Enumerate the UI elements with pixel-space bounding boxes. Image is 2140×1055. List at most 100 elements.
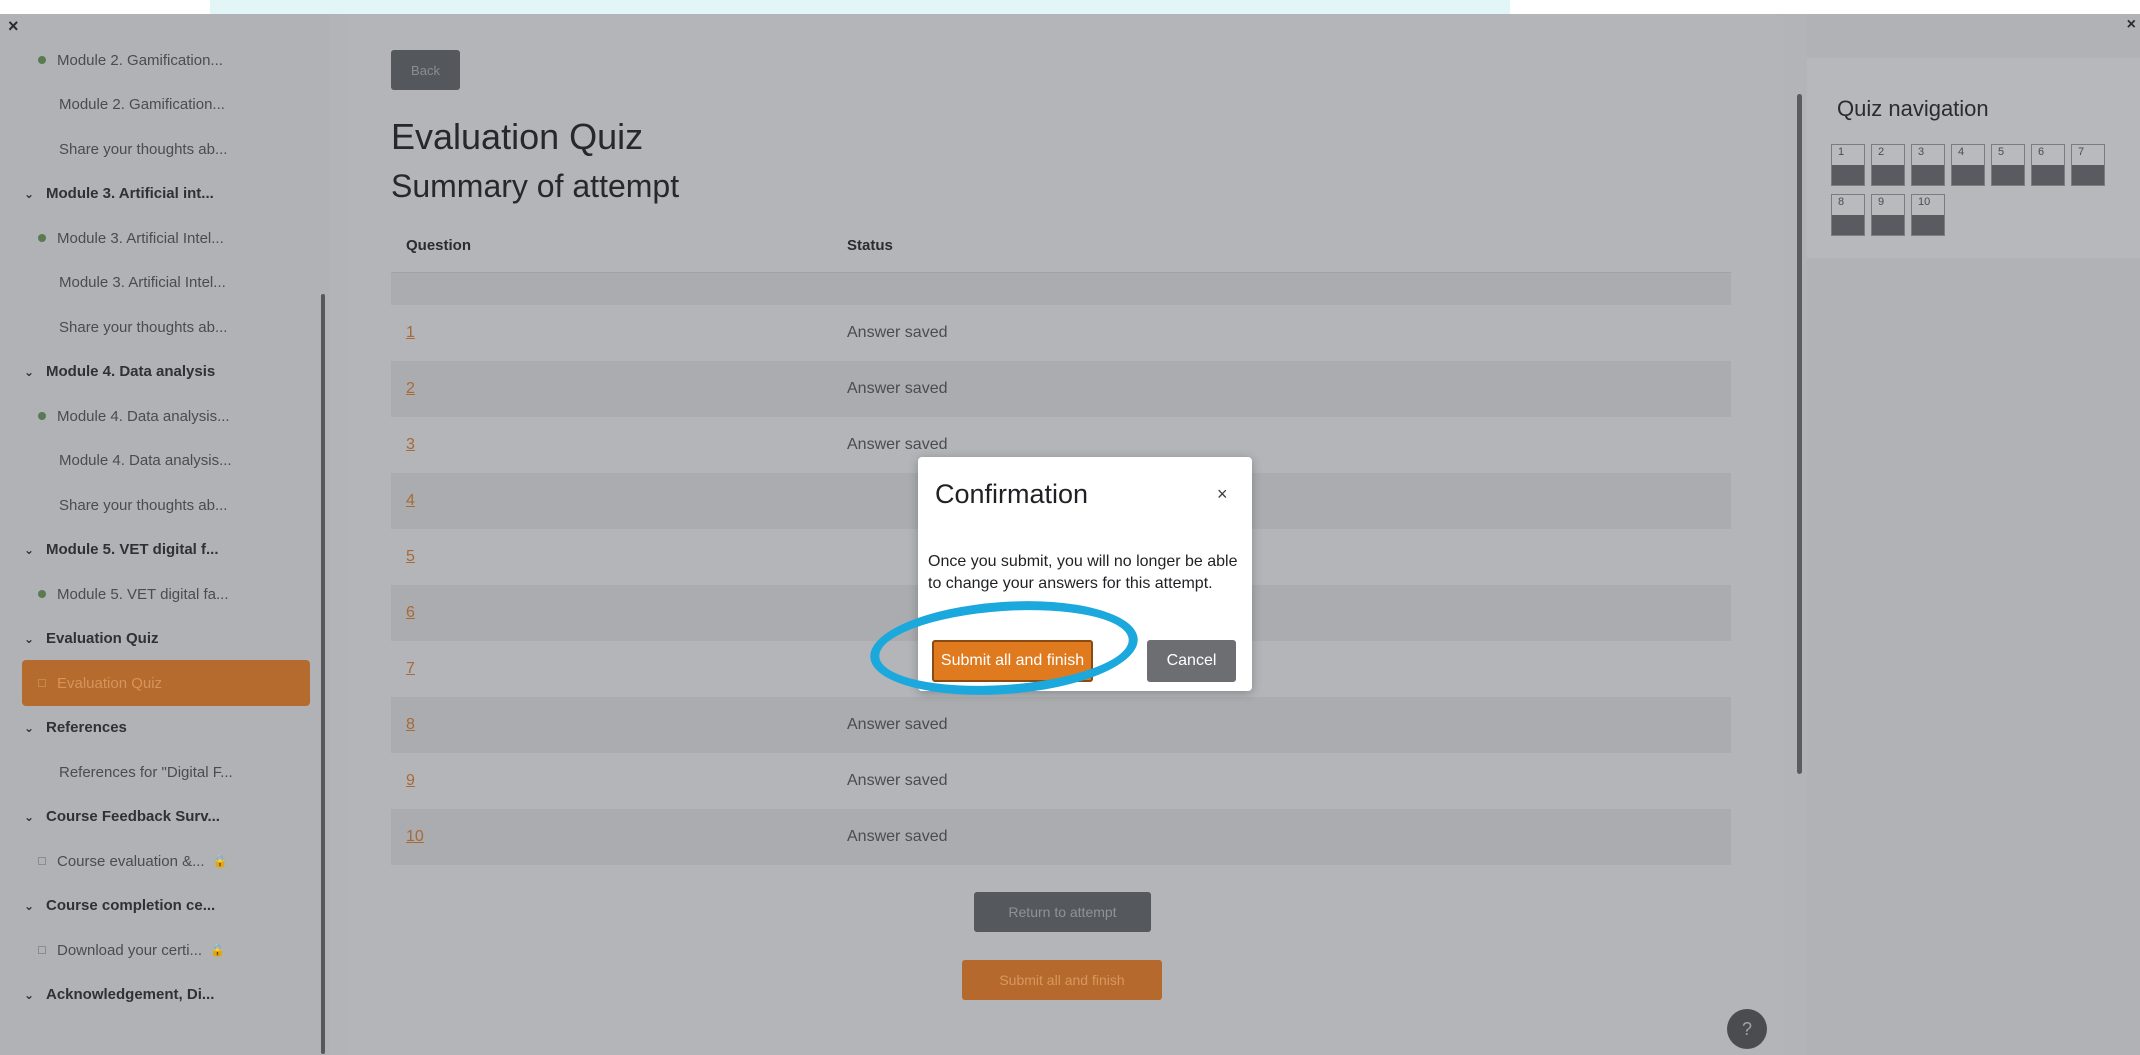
sidebar-item[interactable]: Share your thoughts ab... <box>0 305 320 349</box>
quiz-nav-number: 1 <box>1838 146 1845 158</box>
quiz-nav-button[interactable]: 2 <box>1871 144 1905 186</box>
chevron-down-icon[interactable]: ⌄ <box>24 988 38 1002</box>
summary-heading: Summary of attempt <box>391 168 680 204</box>
chevron-down-icon[interactable]: ⌄ <box>24 721 38 735</box>
quiz-nav-button[interactable]: 10 <box>1911 194 1945 236</box>
quiz-nav-button[interactable]: 4 <box>1951 144 1985 186</box>
table-spacer-row <box>391 272 1731 305</box>
question-link[interactable]: 1 <box>391 305 832 361</box>
submit-all-and-finish-button[interactable]: Submit all and finish <box>962 960 1162 1000</box>
quiz-nav-number: 3 <box>1918 146 1925 158</box>
sidebar-item[interactable]: Module 4. Data analysis... <box>0 439 320 483</box>
main-scrollbar[interactable] <box>1797 94 1802 774</box>
dialog-cancel-button[interactable]: Cancel <box>1147 640 1236 682</box>
chevron-down-icon[interactable]: ⌄ <box>24 365 38 379</box>
course-index-drawer: × Module 2. Gamification... Module 2. Gam… <box>0 14 330 1055</box>
table-row: 10 Answer saved <box>391 809 1731 865</box>
chevron-down-icon[interactable]: ⌄ <box>24 632 38 646</box>
sidebar-item[interactable]: Share your thoughts ab... <box>0 483 320 527</box>
sidebar-item[interactable]: Module 2. Gamification... <box>0 38 320 82</box>
question-link[interactable]: 8 <box>391 697 832 753</box>
quiz-navigation-drawer: × Quiz navigation 1 2 3 4 5 6 7 8 9 10 <box>1807 14 2140 1055</box>
sidebar-item[interactable]: References for "Digital F... <box>0 750 320 794</box>
sidebar-section[interactable]: ⌄ Course Feedback Surv... <box>0 795 320 839</box>
sidebar-item-label: Module 2. Gamification... <box>59 96 225 113</box>
table-row: 8 Answer saved <box>391 697 1731 753</box>
answered-indicator <box>1992 165 2024 185</box>
chevron-down-icon[interactable]: ⌄ <box>24 187 38 201</box>
close-dialog-icon[interactable]: × <box>1217 484 1228 505</box>
completion-dot-icon <box>38 234 46 242</box>
page-title: Evaluation Quiz <box>391 116 644 157</box>
help-icon[interactable]: ? <box>1727 1009 1767 1049</box>
lock-icon: 🔒 <box>212 854 228 868</box>
sidebar-item-active[interactable]: Evaluation Quiz <box>22 660 310 706</box>
sidebar-section[interactable]: ⌄ Course completion ce... <box>0 884 320 928</box>
question-link[interactable]: 4 <box>391 473 832 529</box>
close-drawer-icon[interactable]: × <box>8 16 19 37</box>
quiz-nav-button[interactable]: 6 <box>2031 144 2065 186</box>
sidebar-item-label: References for "Digital F... <box>59 763 233 781</box>
quiz-nav-button[interactable]: 5 <box>1991 144 2025 186</box>
sidebar-item[interactable]: Course evaluation &... 🔒 <box>0 839 320 883</box>
table-row: 9 Answer saved <box>391 753 1731 809</box>
question-link[interactable]: 3 <box>391 417 832 473</box>
quiz-nav-button[interactable]: 8 <box>1831 194 1865 236</box>
question-link[interactable]: 6 <box>391 585 832 641</box>
quiz-nav-number: 4 <box>1958 146 1965 158</box>
chevron-down-icon[interactable]: ⌄ <box>24 810 38 824</box>
column-header-status: Status <box>832 218 1731 273</box>
answered-indicator <box>1912 215 1944 235</box>
quiz-nav-button[interactable]: 9 <box>1871 194 1905 236</box>
sidebar-item-label: Course evaluation &... <box>57 852 205 870</box>
sidebar-item[interactable]: Module 2. Gamification... <box>0 83 320 127</box>
lock-icon: 🔒 <box>210 943 226 957</box>
sidebar-item-label: Module 5. VET digital f... <box>46 541 219 558</box>
question-link[interactable]: 5 <box>391 529 832 585</box>
quiz-nav-button[interactable]: 1 <box>1831 144 1865 186</box>
back-button[interactable]: Back <box>391 50 460 90</box>
close-quiz-nav-icon[interactable]: × <box>2127 16 2136 34</box>
chevron-down-icon[interactable]: ⌄ <box>24 899 38 913</box>
question-link[interactable]: 7 <box>391 641 832 697</box>
answered-indicator <box>2072 165 2104 185</box>
sidebar-section[interactable]: ⌄ Evaluation Quiz <box>0 617 320 661</box>
question-link[interactable]: 9 <box>391 753 832 809</box>
chevron-down-icon[interactable]: ⌄ <box>24 543 38 557</box>
sidebar-item-label: Module 4. Data analysis <box>46 363 216 380</box>
sidebar-section[interactable]: ⌄ Acknowledgement, Di... <box>0 973 320 1017</box>
sidebar-item[interactable]: Module 4. Data analysis... <box>0 394 320 438</box>
sidebar-item-label: Download your certi... <box>57 941 203 959</box>
return-to-attempt-button[interactable]: Return to attempt <box>974 892 1151 932</box>
sidebar-section[interactable]: ⌄ References <box>0 706 320 750</box>
quiz-nav-button[interactable]: 3 <box>1911 144 1945 186</box>
activity-square-icon <box>38 857 46 865</box>
question-link[interactable]: 2 <box>391 361 832 417</box>
sidebar-item-label: Module 3. Artificial int... <box>46 185 214 202</box>
sidebar-section[interactable]: ⌄ Module 4. Data analysis <box>0 350 320 394</box>
sidebar-item-label: Course completion ce... <box>46 897 216 914</box>
sidebar-item[interactable]: Download your certi... 🔒 <box>0 928 320 972</box>
drawer-scrollbar[interactable] <box>321 294 325 1054</box>
sidebar-item-label: Evaluation Quiz <box>46 630 159 647</box>
answered-indicator <box>1872 165 1904 185</box>
question-link[interactable]: 10 <box>391 809 832 865</box>
sidebar-item[interactable]: Module 3. Artificial Intel... <box>0 216 320 260</box>
answered-indicator <box>1832 215 1864 235</box>
status-cell: Answer saved <box>847 324 948 341</box>
quiz-nav-button[interactable]: 7 <box>2071 144 2105 186</box>
answered-indicator <box>1952 165 1984 185</box>
sidebar-section[interactable]: ⌄ Module 5. VET digital f... <box>0 528 320 572</box>
quiz-nav-number: 2 <box>1878 146 1885 158</box>
sidebar-section[interactable]: ⌄ Module 3. Artificial int... <box>0 172 320 216</box>
sidebar-item[interactable]: Module 5. VET digital fa... <box>0 572 320 616</box>
sidebar-item[interactable]: Share your thoughts ab... <box>0 127 320 171</box>
sidebar-item-label: Module 3. Artificial Intel... <box>59 274 226 291</box>
sidebar-item-label: Acknowledgement, Di... <box>46 986 215 1003</box>
table-row: 2 Answer saved <box>391 361 1731 417</box>
sidebar-item[interactable]: Module 3. Artificial Intel... <box>0 261 320 305</box>
page-top-band-tint <box>210 0 1510 14</box>
sidebar-item-label: References <box>46 719 127 736</box>
quiz-nav-number: 7 <box>2078 146 2085 158</box>
status-cell: Answer saved <box>832 697 1731 753</box>
